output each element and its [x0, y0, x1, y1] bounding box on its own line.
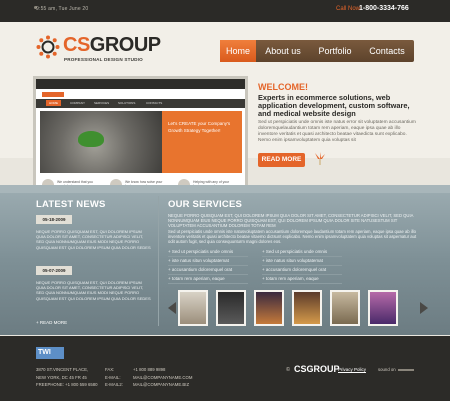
nav-item-about[interactable]: About us [256, 40, 310, 62]
services-title: OUR SERVICES [168, 199, 243, 210]
news-text-2[interactable]: NEQUE PORRO QUISQUAM EST, QUI DOLOREM IP… [36, 280, 152, 301]
footer-contact-values: +1 800 889 9898 MAIL@COMPANYNAME.COM MAI… [133, 367, 193, 389]
portfolio-carousel [178, 290, 418, 326]
welcome-text: Sed ut perspiciatis unde omnis iste natu… [258, 120, 416, 143]
portfolio-thumb[interactable] [178, 290, 208, 326]
services-item[interactable]: accusantium doloremquel orat [262, 266, 342, 275]
main-nav: Home About us Portfolio Contacts [220, 40, 414, 62]
news-text-1[interactable]: NEQUE PORRO QUISQUAM EST, QUI DOLOREM IP… [36, 229, 152, 250]
sound-toggle[interactable] [398, 369, 414, 371]
content-band-top [0, 185, 450, 193]
footer-address: 3870 ST.VINCENT PLACE, NEW YORK, DC 45 F… [36, 367, 98, 387]
preview-promo-line1: Let's CREATE your Company's [168, 121, 231, 126]
phone-number[interactable]: 1-800-3334-766 [359, 5, 409, 12]
plant-icon [78, 131, 104, 147]
preview-promo-panel: Let's CREATE your Company's Growth Strat… [162, 111, 242, 173]
preview-logo [42, 92, 64, 97]
top-bar: 9:55 am, Tue June 20 Call Now! 1-800-333… [0, 0, 450, 22]
privacy-policy-link[interactable]: Privacy Policy [338, 367, 366, 372]
footer-logo: CSGROUP [294, 364, 340, 374]
sound-label: sound on [378, 367, 396, 372]
nav-item-home[interactable]: Home [220, 40, 256, 62]
copyright-symbol: © [286, 367, 291, 373]
portfolio-thumb[interactable] [368, 290, 398, 326]
nav-item-contacts[interactable]: Contacts [360, 40, 414, 62]
current-date: 9:55 am, Tue June 20 [36, 6, 89, 12]
read-more-button[interactable]: READ MORE [258, 153, 305, 167]
preview-nav: HOME COMPANY SERVICES SOLUTIONS CONTACTS [36, 99, 245, 108]
services-list-right: Sed ut perspiciatis unde omnis iste natu… [262, 248, 342, 284]
services-item[interactable]: totam rem aperiam, eaque [168, 275, 248, 284]
portfolio-thumb[interactable] [216, 290, 246, 326]
services-item[interactable]: Sed ut perspiciatis unde omnis [168, 248, 248, 257]
preview-topbar [36, 79, 245, 89]
services-item[interactable]: iste natus situn voluptatemat [168, 257, 248, 266]
news-date-2: 05-07-2009 [36, 266, 72, 275]
gear-logo-icon [36, 35, 60, 59]
preview-nav-solutions: SOLUTIONS [118, 101, 136, 105]
services-list-left: Sed ut perspiciatis unde omnis iste natu… [168, 248, 248, 284]
column-divider [158, 196, 159, 326]
news-title: LATEST NEWS [36, 199, 106, 210]
brand-logo[interactable]: CSGROUP [63, 35, 161, 55]
services-item[interactable]: Sed ut perspiciatis unde omnis [262, 248, 342, 257]
news-read-more-link[interactable]: + READ MORE [36, 320, 67, 325]
portfolio-thumb[interactable] [292, 290, 322, 326]
services-lead: NEQUE PORRO QUISQUAM EST, QUI DOLOREM IP… [168, 213, 414, 229]
preview-nav-contacts: CONTACTS [146, 101, 163, 105]
services-body: Sed ut perspiciatis unde omnis iste natu… [168, 229, 417, 245]
footer-email-link[interactable]: MAIL@COMPANYNAME.COM [133, 374, 192, 382]
footer-contact-labels: FAX: E-MAIL: E-MAIL2: [105, 367, 123, 387]
brand-subtitle: PROFESSIONAL DESIGN STUDIO [64, 57, 143, 62]
page: 9:55 am, Tue June 20 Call Now! 1-800-333… [0, 0, 450, 401]
preview-nav-services: SERVICES [94, 101, 110, 105]
preview-nav-company: COMPANY [70, 101, 85, 105]
twitter-badge-icon[interactable]: TWI [36, 347, 64, 359]
footer-email2-link[interactable]: MAIL@COMPANYNAME.BIZ [133, 381, 192, 389]
services-item[interactable]: iste natus situn voluptatemat [262, 257, 342, 266]
services-item[interactable]: accusantium doloremquel orat [168, 266, 248, 275]
preview-nav-home: HOME [46, 100, 61, 106]
header: CSGROUP PROFESSIONAL DESIGN STUDIO Home … [0, 22, 450, 72]
portfolio-thumb[interactable] [254, 290, 284, 326]
news-date-1: 05-18-2009 [36, 215, 72, 224]
welcome-title: WELCOME! [258, 82, 308, 92]
nav-item-portfolio[interactable]: Portfolio [310, 40, 360, 62]
welcome-tagline: Experts in ecommerce solutions, web appl… [258, 93, 410, 118]
preview-promo-line2: Growth Strategy Together! [168, 128, 221, 133]
call-label: Call Now! [336, 6, 362, 12]
portfolio-thumb[interactable] [330, 290, 360, 326]
flower-icon [315, 152, 325, 165]
services-item[interactable]: totam rem aperiam, eaque [262, 275, 342, 284]
